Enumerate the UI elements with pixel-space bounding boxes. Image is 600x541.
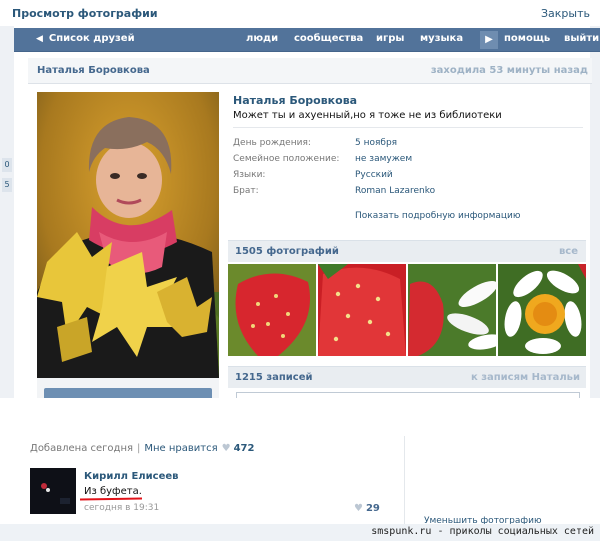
field-value-languages[interactable]: Русский	[355, 170, 393, 180]
field-label-languages: Языки:	[233, 170, 266, 180]
photo-meta: Добавлена сегодня | Мне нравится ♥ 472	[30, 443, 255, 454]
close-link[interactable]: Закрыть	[541, 7, 590, 20]
field-label-marital: Семейное положение:	[233, 154, 340, 164]
heart-icon[interactable]: ♥	[222, 443, 231, 454]
comment-time[interactable]: сегодня в 19:31	[84, 503, 159, 513]
side-mark: 0	[2, 158, 12, 172]
comment-text: Из буфета.	[84, 486, 142, 497]
field-value-marital[interactable]: не замужем	[355, 154, 412, 164]
viewer-title: Просмотр фотографии	[12, 7, 158, 20]
field-value-brother[interactable]: Roman Lazarenko	[355, 186, 435, 196]
profile-header-name: Наталья Боровкова	[37, 65, 150, 76]
nav-item-communities[interactable]: сообщества	[294, 33, 363, 44]
send-message-button[interactable]	[44, 388, 212, 398]
comment-like[interactable]: ♥ 29	[354, 503, 380, 514]
top-nav: ◀ Список друзей люди сообщества игры музы…	[14, 28, 600, 52]
field-value-birthday[interactable]: 5 ноября	[355, 138, 397, 148]
to-wall-link[interactable]: к записям Натальи	[471, 372, 580, 383]
left-edge: 0 5	[0, 26, 14, 398]
photos-all-link[interactable]: все	[559, 246, 578, 257]
red-underline	[79, 497, 143, 501]
profile-header: Наталья Боровкова заходила 53 минуты наз…	[28, 58, 592, 84]
photos-header: 1505 фотографий все	[228, 240, 586, 262]
screenshot-gap	[0, 398, 600, 434]
nav-item-games[interactable]: игры	[376, 33, 404, 44]
viewer-header: Просмотр фотографии Закрыть	[0, 0, 600, 26]
comment-author[interactable]: Кирилл Елисеев	[84, 471, 178, 482]
show-more-info-link[interactable]: Показать подробную информацию	[355, 211, 520, 221]
column-divider	[404, 436, 405, 524]
back-to-friends-link[interactable]: ◀ Список друзей	[36, 33, 135, 44]
nav-item-help[interactable]: помощь	[504, 33, 550, 44]
watermark-band: smspunk.ru - приколы социальных сетей	[0, 524, 600, 541]
photos-count[interactable]: 1505 фотографий	[235, 246, 339, 257]
like-count: 472	[233, 443, 255, 454]
like-link[interactable]: Мне нравится	[144, 443, 217, 454]
watermark: smspunk.ru - приколы социальных сетей	[371, 526, 594, 537]
profile-name: Наталья Боровкова	[233, 94, 358, 107]
photo-thumb-2	[318, 264, 406, 356]
divider	[233, 127, 583, 128]
comment-like-count: 29	[365, 503, 380, 514]
wall-count[interactable]: 1215 записей	[235, 372, 313, 383]
nav-item-logout[interactable]: выйти	[564, 33, 599, 44]
nav-item-music[interactable]: музыка	[420, 33, 463, 44]
photos-strip	[228, 264, 586, 356]
profile-photo[interactable]	[37, 92, 219, 378]
wall-header: 1215 записей к записям Натальи	[228, 366, 586, 388]
last-seen: заходила 53 минуты назад	[430, 65, 588, 76]
profile-status: Может ты и ахуенный,но я тоже не из библ…	[233, 110, 502, 121]
nav-item-people[interactable]: люди	[246, 33, 278, 44]
side-mark: 5	[2, 178, 12, 192]
chevron-left-icon: ◀	[36, 34, 43, 44]
photo-thumb-4	[498, 264, 586, 356]
comment-avatar[interactable]	[30, 468, 76, 514]
added-text: Добавлена сегодня	[30, 443, 133, 454]
photo-thumb-1	[228, 264, 316, 356]
back-label: Список друзей	[48, 33, 135, 44]
field-label-brother: Брат:	[233, 186, 259, 196]
heart-icon: ♥	[354, 503, 363, 514]
play-arrow-icon[interactable]: ▶	[480, 31, 498, 49]
field-label-birthday: День рождения:	[233, 138, 311, 148]
photo-thumb-3	[408, 264, 504, 356]
